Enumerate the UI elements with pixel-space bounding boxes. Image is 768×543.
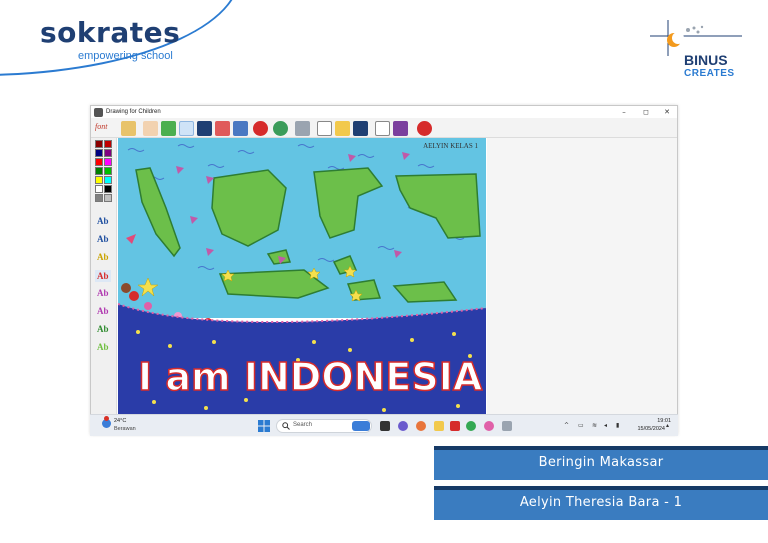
text-style-button[interactable]: Ab bbox=[97, 234, 109, 244]
edit-button[interactable] bbox=[375, 121, 390, 136]
binus-creates-label: CREATES bbox=[684, 68, 735, 79]
frame-tool-button[interactable] bbox=[215, 121, 230, 136]
color-swatch[interactable] bbox=[95, 167, 103, 175]
banner-stripe bbox=[434, 486, 768, 490]
color-swatch[interactable] bbox=[95, 158, 103, 166]
file-explorer-icon[interactable] bbox=[434, 421, 444, 431]
toolbar: font bbox=[91, 118, 677, 138]
color-swatch[interactable] bbox=[104, 158, 112, 166]
left-tool-panel: Ab Ab Ab Ab Ab Ab Ab Ab bbox=[91, 138, 117, 416]
color-swatch[interactable] bbox=[95, 140, 103, 148]
color-swatch[interactable] bbox=[104, 140, 112, 148]
windows-start-icon[interactable] bbox=[258, 420, 270, 432]
font-button[interactable]: font bbox=[95, 122, 107, 131]
color-swatch[interactable] bbox=[95, 185, 103, 193]
text-style-button[interactable]: Ab bbox=[97, 342, 109, 352]
text-tool-button[interactable] bbox=[179, 121, 194, 136]
text-style-button[interactable]: Ab bbox=[97, 216, 109, 226]
banner-stripe bbox=[434, 446, 768, 450]
volume-icon[interactable]: ◂ bbox=[604, 422, 607, 429]
student-banner: Aelyin Theresia Bara - 1 bbox=[434, 486, 768, 520]
canvas-main-text: I am INDONESIA bbox=[138, 355, 483, 399]
student-name: Aelyin Theresia Bara - 1 bbox=[519, 495, 683, 510]
title-bar: Drawing for Children – ◻ ✕ bbox=[91, 106, 677, 118]
maximize-button[interactable]: ◻ bbox=[636, 106, 656, 118]
text-style-button[interactable]: Ab bbox=[97, 252, 109, 262]
display-icon[interactable]: ▭ bbox=[578, 422, 584, 429]
burst-tool-button[interactable] bbox=[253, 121, 268, 136]
text-style-button[interactable]: Ab bbox=[97, 306, 109, 316]
weather-temperature[interactable]: 24°C bbox=[114, 418, 126, 424]
color-swatch[interactable] bbox=[104, 194, 112, 202]
app-icon bbox=[94, 107, 103, 117]
binus-creates-logo: BINUS CREATES bbox=[646, 18, 750, 82]
color-swatch[interactable] bbox=[104, 176, 112, 184]
stamp-tool-button[interactable] bbox=[197, 121, 212, 136]
brush-tool-button[interactable] bbox=[161, 121, 176, 136]
color-swatch[interactable] bbox=[95, 149, 103, 157]
drawing-canvas[interactable]: I am INDONESIA AELYIN KELAS 1 bbox=[118, 138, 486, 416]
minimize-button[interactable]: – bbox=[614, 106, 634, 118]
picture-tool-button[interactable] bbox=[233, 121, 248, 136]
sokrates-wordmark: sokrates bbox=[40, 16, 181, 49]
close-button[interactable]: ✕ bbox=[657, 106, 677, 118]
print-button[interactable] bbox=[295, 121, 310, 136]
color-swatch[interactable] bbox=[95, 176, 103, 184]
battery-icon[interactable]: ▮ bbox=[616, 422, 619, 429]
color-swatch[interactable] bbox=[104, 149, 112, 157]
canvas-corner-label: AELYIN KELAS 1 bbox=[423, 142, 478, 150]
book-button[interactable] bbox=[393, 121, 408, 136]
chat-icon[interactable] bbox=[398, 421, 408, 431]
color-swatch[interactable] bbox=[104, 185, 112, 193]
new-file-button[interactable] bbox=[317, 121, 332, 136]
widgets-icon[interactable] bbox=[352, 421, 370, 431]
task-view-icon[interactable] bbox=[380, 421, 390, 431]
search-icon bbox=[282, 422, 290, 430]
weather-condition[interactable]: Berawan bbox=[114, 426, 136, 432]
globe-tool-button[interactable] bbox=[273, 121, 288, 136]
school-banner: Beringin Makassar bbox=[434, 446, 768, 480]
notification-bell-icon[interactable]: ▴ bbox=[666, 422, 669, 429]
paint-bucket-tool-button[interactable] bbox=[121, 121, 136, 136]
clock-date[interactable]: 15/05/2024 bbox=[630, 426, 665, 432]
notification-badge bbox=[104, 416, 109, 421]
open-folder-button[interactable] bbox=[335, 121, 350, 136]
save-button[interactable] bbox=[353, 121, 368, 136]
chevron-up-icon[interactable]: ^ bbox=[564, 422, 569, 429]
paint-app-icon[interactable] bbox=[484, 421, 494, 431]
school-name: Beringin Makassar bbox=[538, 455, 664, 470]
stop-button[interactable] bbox=[417, 121, 432, 136]
window-title: Drawing for Children bbox=[106, 109, 161, 115]
windows-taskbar: 24°C Berawan Search ^ ▭ ≋ ◂ ▮ 19:01 15/0… bbox=[90, 414, 678, 436]
drawing-app-taskbar-icon[interactable] bbox=[502, 421, 512, 431]
text-style-button[interactable]: Ab bbox=[97, 324, 109, 334]
office-icon[interactable] bbox=[450, 421, 460, 431]
search-placeholder: Search bbox=[293, 422, 313, 428]
text-style-button[interactable]: Ab bbox=[95, 270, 111, 282]
wifi-icon[interactable]: ≋ bbox=[592, 422, 597, 429]
binus-wordmark: BINUS bbox=[684, 52, 728, 68]
app-window: Drawing for Children – ◻ ✕ font Ab Ab Ab Ab… bbox=[90, 105, 678, 435]
color-swatch[interactable] bbox=[104, 167, 112, 175]
blank-panel bbox=[487, 138, 677, 416]
drawing-artwork: I am INDONESIA bbox=[118, 138, 486, 416]
firefox-icon[interactable] bbox=[416, 421, 426, 431]
chrome-icon[interactable] bbox=[466, 421, 476, 431]
text-style-button[interactable]: Ab bbox=[97, 288, 109, 298]
sokrates-tagline: empowering school bbox=[78, 50, 173, 62]
hand-tool-button[interactable] bbox=[143, 121, 158, 136]
sokrates-logo: sokrates empowering school bbox=[40, 16, 190, 64]
color-swatch[interactable] bbox=[95, 194, 103, 202]
